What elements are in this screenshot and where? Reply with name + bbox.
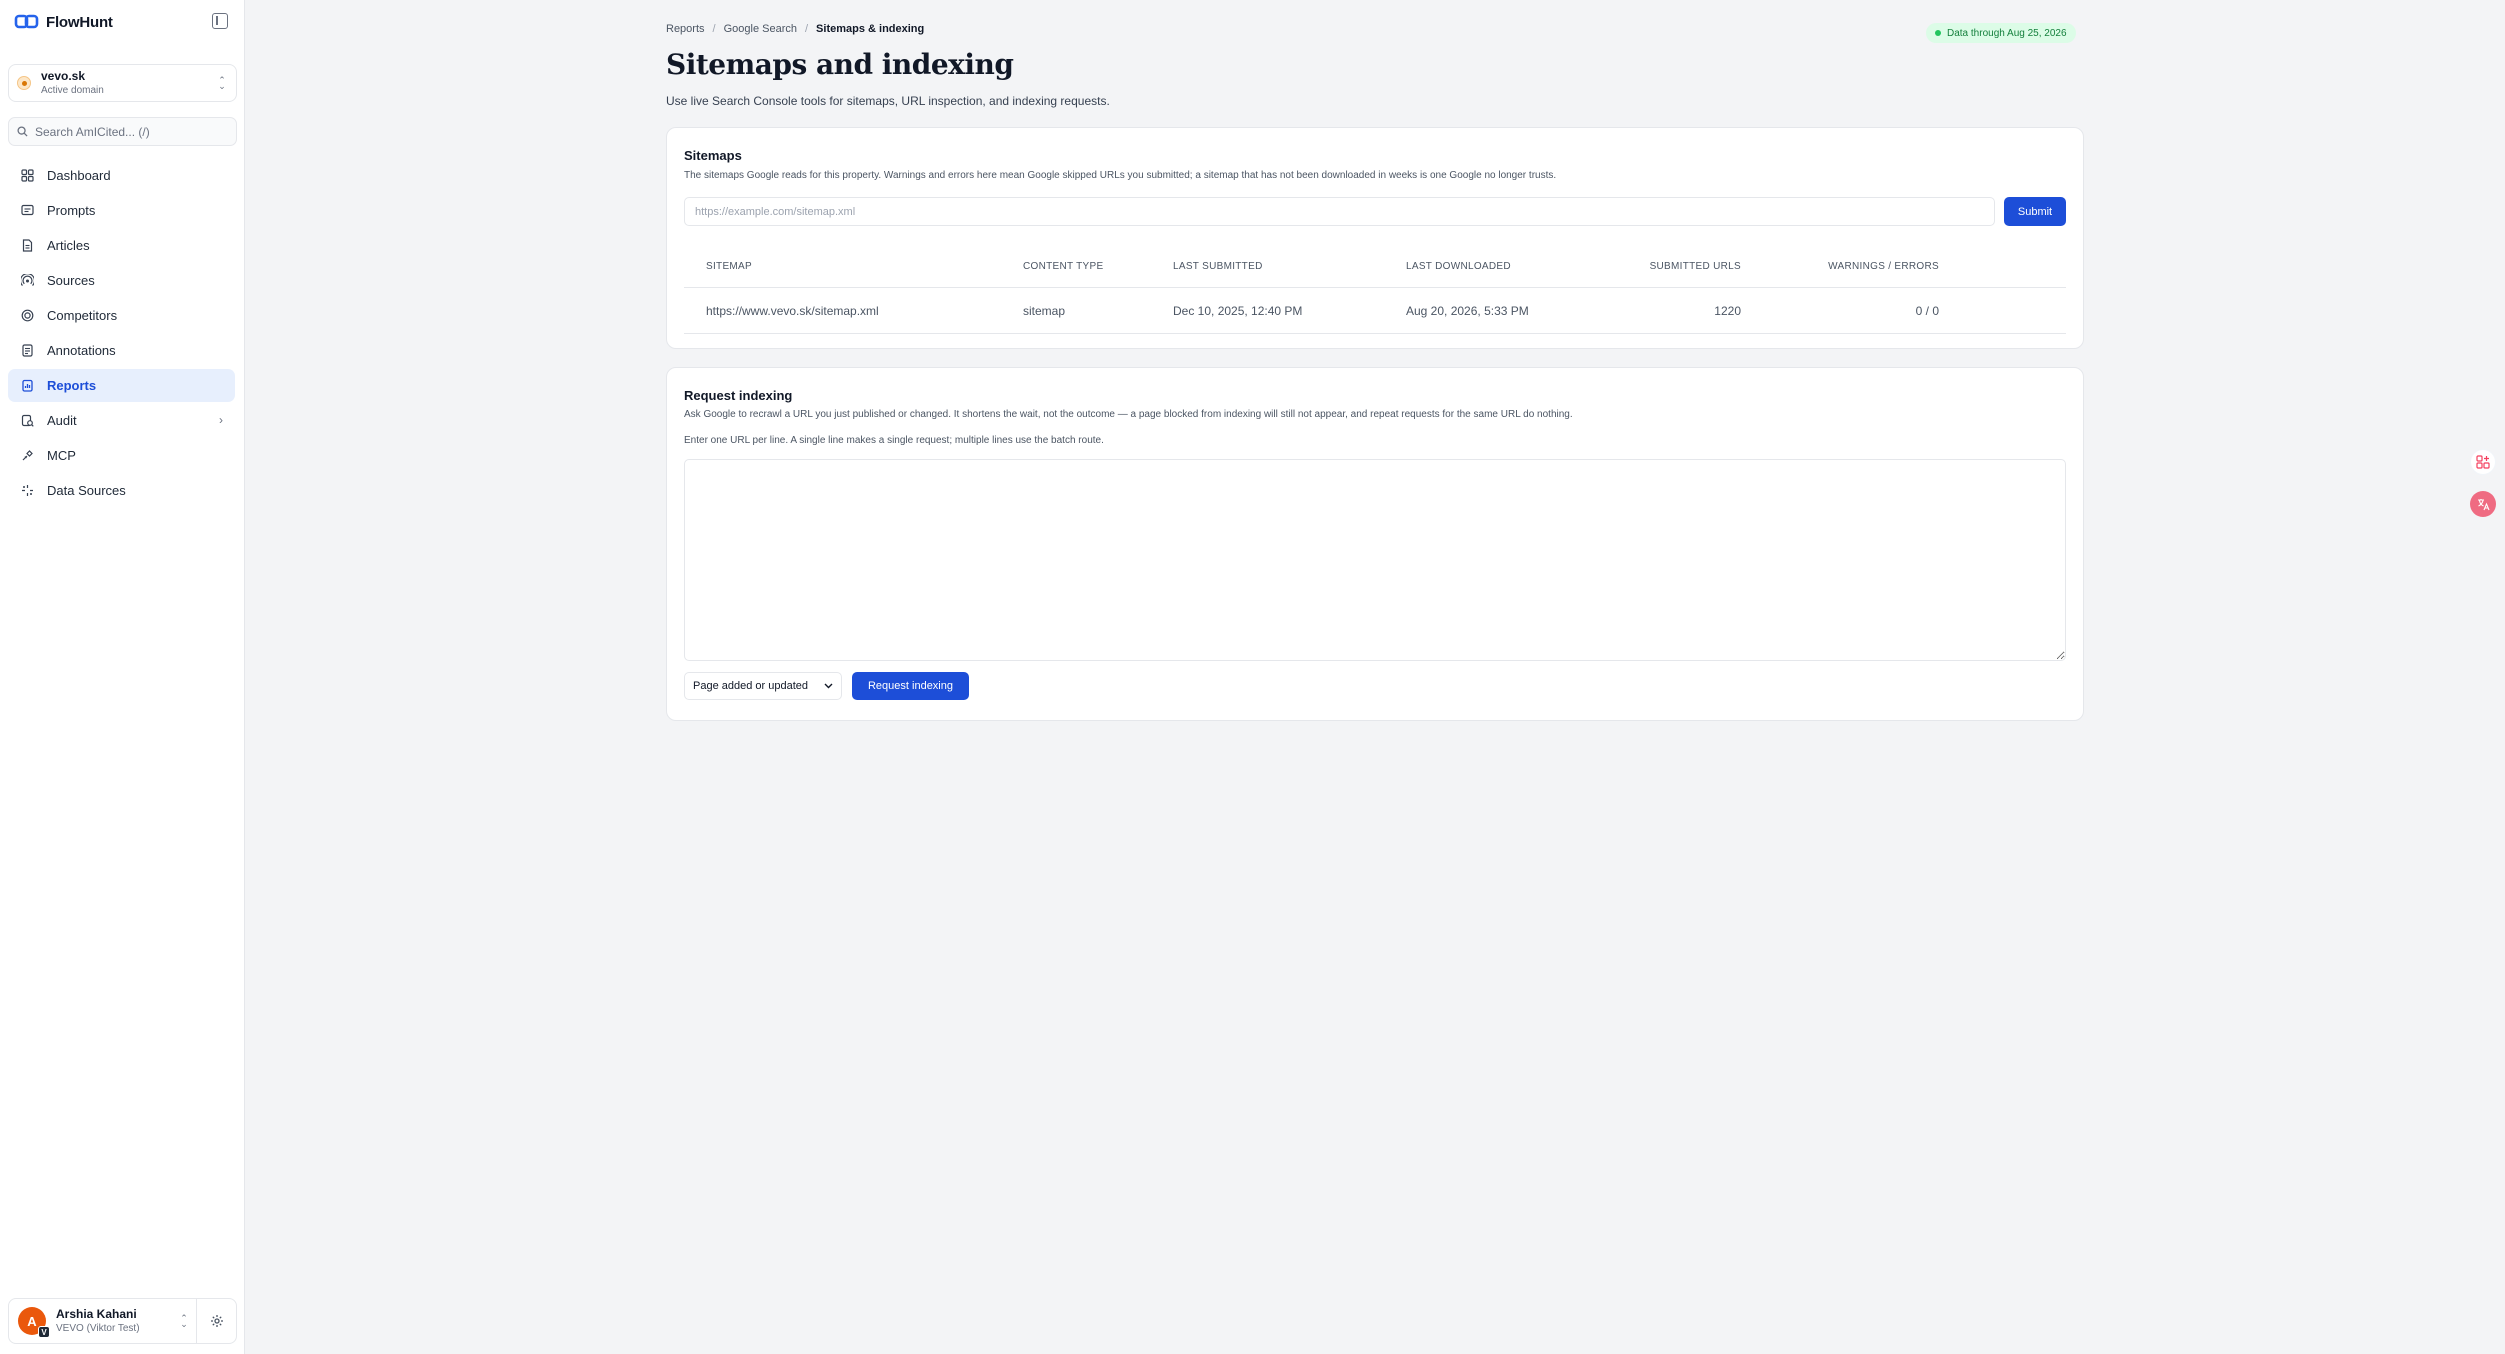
brand-name: FlowHunt [46, 13, 113, 31]
reason-select-value: Page added or updated [693, 680, 808, 692]
sidebar-item-label: Articles [47, 238, 90, 253]
column-header-warnings-errors[interactable]: WARNINGS / ERRORS [1741, 261, 1939, 272]
sidebar-item-label: Dashboard [47, 168, 111, 183]
page-title: Sitemaps and indexing [666, 48, 1014, 81]
sidebar-nav: Dashboard Prompts Articles Sources Compe… [8, 159, 235, 509]
sidebar: FlowHunt vevo.sk Active domain ⌃⌄ Dashbo… [0, 0, 245, 1354]
sitemaps-card: Sitemaps The sitemaps Google reads for t… [666, 127, 2084, 349]
search-icon [17, 126, 28, 137]
sitemap-url-input[interactable] [684, 197, 1995, 226]
avatar-initial: A [27, 1313, 37, 1329]
column-header-last-downloaded[interactable]: LAST DOWNLOADED [1406, 261, 1606, 272]
sidebar-item-label: Annotations [47, 343, 116, 358]
breadcrumb-separator: / [804, 23, 809, 35]
submit-sitemap-button[interactable]: Submit [2004, 197, 2066, 226]
sidebar-item-audit[interactable]: Audit › [8, 404, 235, 437]
sidebar-item-mcp[interactable]: MCP [8, 439, 235, 472]
dashboard-icon [20, 169, 34, 183]
user-name: Arshia Kahani [56, 1306, 137, 1321]
reason-select[interactable]: Page added or updated [684, 672, 842, 700]
sidebar-item-annotations[interactable]: Annotations [8, 334, 235, 367]
request-indexing-description: Ask Google to recrawl a URL you just pub… [684, 409, 1573, 420]
prompts-icon [20, 204, 34, 218]
sidebar-item-label: Competitors [47, 308, 118, 323]
data-freshness-badge: Data through Aug 25, 2026 [1926, 23, 2076, 43]
settings-button[interactable] [197, 1299, 236, 1343]
domain-switcher[interactable]: vevo.sk Active domain ⌃ ⌄ [8, 64, 237, 102]
cell-content-type: sitemap [1023, 303, 1066, 318]
audit-icon [20, 414, 34, 428]
sidebar-item-label: Prompts [47, 203, 96, 218]
search-box[interactable] [8, 117, 237, 146]
search-input[interactable] [35, 124, 225, 139]
column-header-sitemap[interactable]: SITEMAP [684, 261, 1023, 272]
sidebar-item-label: Reports [47, 378, 97, 393]
domain-favicon-icon [17, 76, 31, 90]
chevron-down-icon [824, 683, 833, 689]
widget-add-icon[interactable] [2470, 449, 2496, 475]
sidebar-collapse-icon[interactable] [212, 13, 228, 29]
column-header-content-type[interactable]: CONTENT TYPE [1023, 261, 1173, 272]
user-switcher[interactable]: A V Arshia Kahani VEVO (Viktor Test) ⌃ ⌄ [9, 1299, 197, 1343]
chevron-up-down-icon: ⌃ ⌄ [180, 1313, 188, 1329]
sidebar-item-data-sources[interactable]: Data Sources [8, 474, 235, 507]
sources-icon [20, 274, 34, 288]
annotations-icon [20, 344, 34, 358]
sidebar-item-prompts[interactable]: Prompts [8, 194, 235, 227]
sidebar-item-label: Audit [47, 413, 77, 428]
page-subtitle: Use live Search Console tools for sitema… [666, 94, 1110, 108]
sidebar-item-label: MCP [47, 448, 76, 463]
user-org: VEVO (Viktor Test) [56, 1322, 140, 1334]
request-indexing-button[interactable]: Request indexing [852, 672, 969, 700]
request-indexing-title: Request indexing [684, 388, 793, 403]
domain-status: Active domain [41, 85, 104, 97]
table-header: SITEMAP CONTENT TYPE LAST SUBMITTED LAST… [684, 245, 2066, 288]
data-sources-icon [20, 484, 34, 498]
sitemaps-description: The sitemaps Google reads for this prope… [684, 170, 1557, 181]
chevron-right-icon: › [219, 413, 223, 427]
gear-icon [210, 1315, 223, 1327]
chevron-up-down-icon: ⌃ ⌄ [218, 75, 226, 91]
sidebar-item-competitors[interactable]: Competitors [8, 299, 235, 332]
competitors-icon [20, 309, 34, 323]
domain-name: vevo.sk [41, 68, 86, 83]
user-card: A V Arshia Kahani VEVO (Viktor Test) ⌃ ⌄ [8, 1298, 237, 1344]
org-badge: V [38, 1326, 50, 1338]
sidebar-item-reports[interactable]: Reports [8, 369, 235, 402]
reports-icon [20, 379, 34, 393]
request-indexing-card: Request indexing Ask Google to recrawl a… [666, 367, 2084, 721]
data-freshness-text: Data through Aug 25, 2026 [1947, 27, 2067, 39]
breadcrumb-google-search[interactable]: Google Search [724, 23, 797, 35]
sitemaps-table: SITEMAP CONTENT TYPE LAST SUBMITTED LAST… [684, 245, 2066, 334]
avatar: A V [18, 1307, 50, 1338]
articles-icon [20, 239, 34, 253]
sitemaps-title: Sitemaps [684, 148, 742, 163]
brand-logo[interactable]: FlowHunt [14, 10, 113, 34]
breadcrumb-separator: / [712, 23, 716, 35]
column-header-submitted-urls[interactable]: SUBMITTED URLS [1606, 261, 1741, 272]
cell-submitted-urls: 1220 [1714, 303, 1741, 318]
cell-last-downloaded: Aug 20, 2026, 5:33 PM [1406, 303, 1529, 318]
sidebar-item-sources[interactable]: Sources [8, 264, 235, 297]
mcp-icon [20, 449, 34, 463]
cell-last-submitted: Dec 10, 2025, 12:40 PM [1173, 303, 1303, 318]
breadcrumb: Reports / Google Search / Sitemaps & ind… [666, 23, 924, 35]
sidebar-item-articles[interactable]: Articles [8, 229, 235, 262]
breadcrumb-reports[interactable]: Reports [666, 23, 705, 35]
flowhunt-logo-icon [14, 14, 39, 29]
sidebar-item-dashboard[interactable]: Dashboard [8, 159, 235, 192]
table-row[interactable]: https://www.vevo.sk/sitemap.xml sitemap … [684, 288, 2066, 334]
breadcrumb-current: Sitemaps & indexing [816, 23, 925, 35]
sidebar-item-label: Sources [47, 273, 95, 288]
url-list-textarea[interactable] [684, 459, 2066, 661]
status-dot-icon [1935, 30, 1941, 36]
cell-sitemap-url: https://www.vevo.sk/sitemap.xml [706, 303, 879, 318]
request-indexing-hint: Enter one URL per line. A single line ma… [684, 435, 1104, 446]
column-header-last-submitted[interactable]: LAST SUBMITTED [1173, 261, 1406, 272]
widget-translate-icon[interactable] [2470, 491, 2496, 517]
sidebar-item-label: Data Sources [47, 483, 126, 498]
cell-warnings-errors: 0 / 0 [1915, 303, 1939, 318]
